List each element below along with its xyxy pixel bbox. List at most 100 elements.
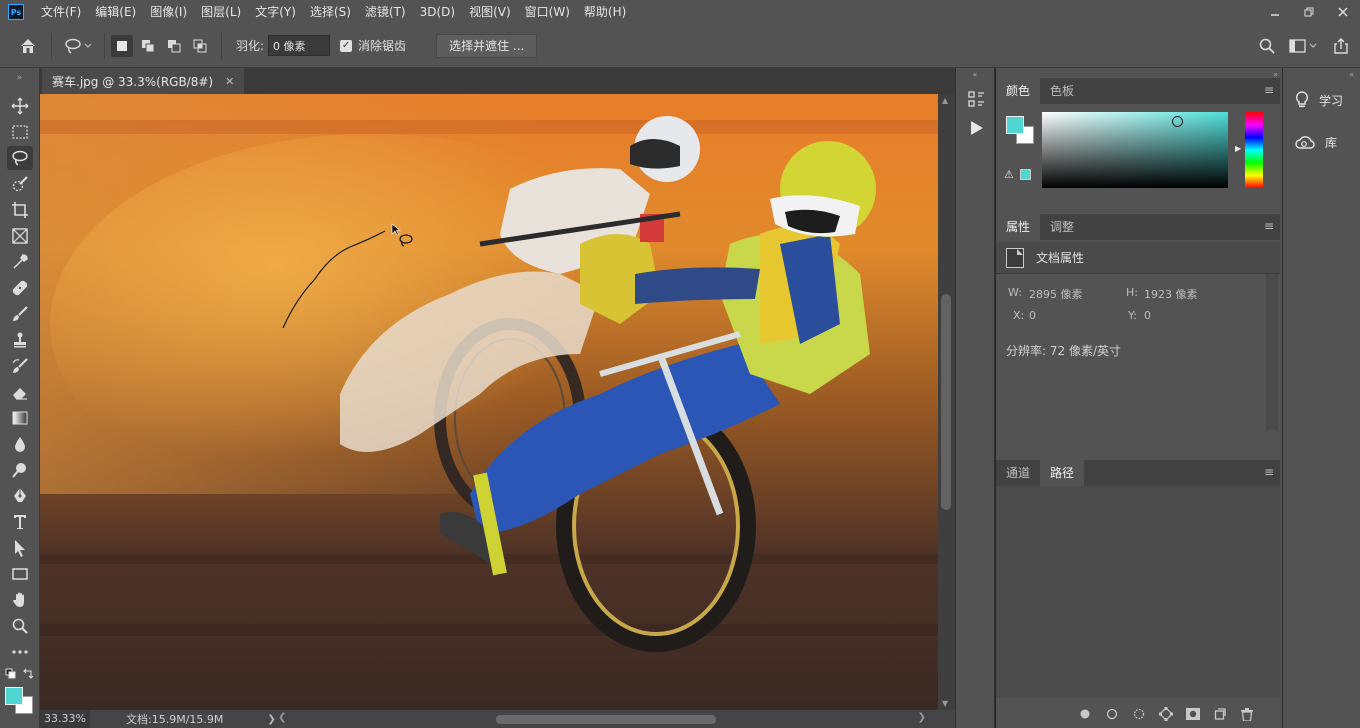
rectangle-icon[interactable] bbox=[7, 562, 33, 586]
load-selection-icon[interactable] bbox=[1130, 705, 1148, 723]
path-select-icon[interactable] bbox=[7, 536, 33, 560]
y-value[interactable]: 0 bbox=[1144, 309, 1151, 322]
panel-grip[interactable]: » bbox=[0, 68, 39, 88]
horizontal-scrollbar[interactable]: ❮ ❯ bbox=[278, 712, 926, 725]
vertical-scroll-thumb[interactable] bbox=[941, 294, 951, 510]
color-picker-field[interactable] bbox=[1042, 112, 1228, 188]
eyedropper-icon[interactable] bbox=[7, 250, 33, 274]
delete-icon[interactable] bbox=[1238, 705, 1256, 723]
canvas-area[interactable] bbox=[40, 94, 938, 710]
lasso-icon[interactable] bbox=[7, 146, 33, 170]
antialias-checkbox[interactable]: ✓ bbox=[340, 39, 353, 52]
default-colors-icon[interactable] bbox=[5, 668, 17, 683]
height-value[interactable]: 1923 像素 bbox=[1144, 286, 1198, 302]
tab-channels[interactable]: 通道 bbox=[996, 460, 1040, 486]
width-value[interactable]: 2895 像素 bbox=[1029, 286, 1083, 302]
menu-layer[interactable]: 图层(L) bbox=[194, 0, 248, 24]
workspace-icon[interactable] bbox=[1286, 33, 1322, 59]
zoom-level[interactable]: 33.33% bbox=[40, 710, 90, 728]
menu-select[interactable]: 选择(S) bbox=[303, 0, 358, 24]
hue-marker-icon[interactable]: ▶ bbox=[1235, 144, 1241, 153]
swap-colors-icon[interactable] bbox=[22, 668, 34, 683]
tab-properties[interactable]: 属性 bbox=[996, 214, 1041, 240]
add-mask-icon[interactable] bbox=[1184, 705, 1202, 723]
zoom-icon[interactable] bbox=[7, 614, 33, 638]
feather-input[interactable] bbox=[268, 35, 331, 56]
add-selection-icon[interactable] bbox=[137, 35, 159, 57]
hand-icon[interactable] bbox=[7, 588, 33, 612]
menu-edit[interactable]: 编辑(E) bbox=[88, 0, 143, 24]
gradient-icon[interactable] bbox=[7, 406, 33, 430]
rect-marquee-icon[interactable] bbox=[7, 120, 33, 144]
make-path-icon[interactable] bbox=[1157, 705, 1175, 723]
crop-icon[interactable] bbox=[7, 198, 33, 222]
healing-brush-icon[interactable] bbox=[7, 276, 33, 300]
actions-play-icon[interactable] bbox=[969, 120, 985, 139]
menu-view[interactable]: 视图(V) bbox=[462, 0, 518, 24]
history-panel-icon[interactable] bbox=[968, 90, 986, 111]
minimize-icon[interactable] bbox=[1258, 0, 1292, 24]
panel-menu-icon[interactable]: ≡ bbox=[1264, 220, 1274, 232]
close-icon[interactable] bbox=[1326, 0, 1360, 24]
document-tab[interactable]: 赛车.jpg @ 33.3%(RGB/8#) ✕ bbox=[42, 68, 245, 94]
tab-paths[interactable]: 路径 bbox=[1040, 460, 1085, 486]
scroll-right-icon[interactable]: ❯ bbox=[918, 712, 926, 723]
scroll-down-icon[interactable]: ▼ bbox=[942, 699, 948, 708]
x-value[interactable]: 0 bbox=[1029, 309, 1036, 322]
intersect-selection-icon[interactable] bbox=[189, 35, 211, 57]
horizontal-scroll-thumb[interactable] bbox=[496, 715, 716, 724]
more-tools-icon[interactable] bbox=[7, 640, 33, 664]
properties-scrollbar[interactable] bbox=[1266, 274, 1278, 430]
hue-slider[interactable] bbox=[1245, 112, 1263, 188]
type-icon[interactable] bbox=[7, 510, 33, 534]
brush-icon[interactable] bbox=[7, 302, 33, 326]
menu-file[interactable]: 文件(F) bbox=[34, 0, 88, 24]
subtract-selection-icon[interactable] bbox=[163, 35, 185, 57]
paths-list[interactable] bbox=[996, 486, 1280, 698]
fill-path-icon[interactable] bbox=[1076, 705, 1094, 723]
quick-select-icon[interactable] bbox=[7, 172, 33, 196]
panel-grip[interactable]: « bbox=[1283, 68, 1360, 82]
restore-icon[interactable] bbox=[1292, 0, 1326, 24]
learn-panel-button[interactable]: 学习 bbox=[1283, 86, 1360, 114]
close-icon[interactable]: ✕ bbox=[225, 75, 234, 88]
menu-type[interactable]: 文字(Y) bbox=[248, 0, 303, 24]
search-icon[interactable] bbox=[1254, 33, 1280, 59]
menu-image[interactable]: 图像(I) bbox=[143, 0, 194, 24]
foreground-color-swatch[interactable] bbox=[5, 687, 23, 705]
foreground-color-swatch[interactable] bbox=[1006, 116, 1024, 134]
share-icon[interactable] bbox=[1328, 33, 1354, 59]
menu-3d[interactable]: 3D(D) bbox=[413, 0, 462, 24]
menu-window[interactable]: 窗口(W) bbox=[518, 0, 577, 24]
libraries-panel-button[interactable]: 库 bbox=[1283, 128, 1360, 156]
scroll-up-icon[interactable]: ▲ bbox=[942, 96, 948, 105]
panel-menu-icon[interactable]: ≡ bbox=[1264, 84, 1274, 96]
tab-color[interactable]: 颜色 bbox=[996, 78, 1041, 104]
tab-swatches[interactable]: 色板 bbox=[1040, 78, 1084, 104]
chevron-right-icon[interactable]: ❯ bbox=[267, 714, 275, 725]
blur-icon[interactable] bbox=[7, 432, 33, 456]
dodge-icon[interactable] bbox=[7, 458, 33, 482]
document-image[interactable] bbox=[40, 94, 938, 710]
panel-grip[interactable]: « bbox=[956, 68, 994, 82]
pen-icon[interactable] bbox=[7, 484, 33, 508]
history-brush-icon[interactable] bbox=[7, 354, 33, 378]
stroke-path-icon[interactable] bbox=[1103, 705, 1121, 723]
warning-icon[interactable]: ⚠ bbox=[1004, 168, 1014, 181]
new-path-icon[interactable] bbox=[1211, 705, 1229, 723]
home-icon[interactable] bbox=[15, 33, 41, 59]
color-picker-marker[interactable] bbox=[1172, 116, 1183, 127]
move-icon[interactable] bbox=[7, 94, 33, 118]
gamut-color-swatch[interactable] bbox=[1020, 169, 1031, 180]
menu-help[interactable]: 帮助(H) bbox=[577, 0, 633, 24]
menu-filter[interactable]: 滤镜(T) bbox=[358, 0, 413, 24]
tab-adjustments[interactable]: 调整 bbox=[1040, 214, 1084, 240]
panel-menu-icon[interactable]: ≡ bbox=[1264, 466, 1274, 478]
eraser-icon[interactable] bbox=[7, 380, 33, 404]
frame-icon[interactable] bbox=[7, 224, 33, 248]
scroll-left-icon[interactable]: ❮ bbox=[278, 712, 286, 723]
vertical-scrollbar[interactable]: ▲ ▼ bbox=[938, 94, 955, 710]
new-selection-icon[interactable] bbox=[111, 34, 133, 57]
select-and-mask-button[interactable]: 选择并遮住 ... bbox=[436, 33, 538, 58]
clone-stamp-icon[interactable] bbox=[7, 328, 33, 352]
